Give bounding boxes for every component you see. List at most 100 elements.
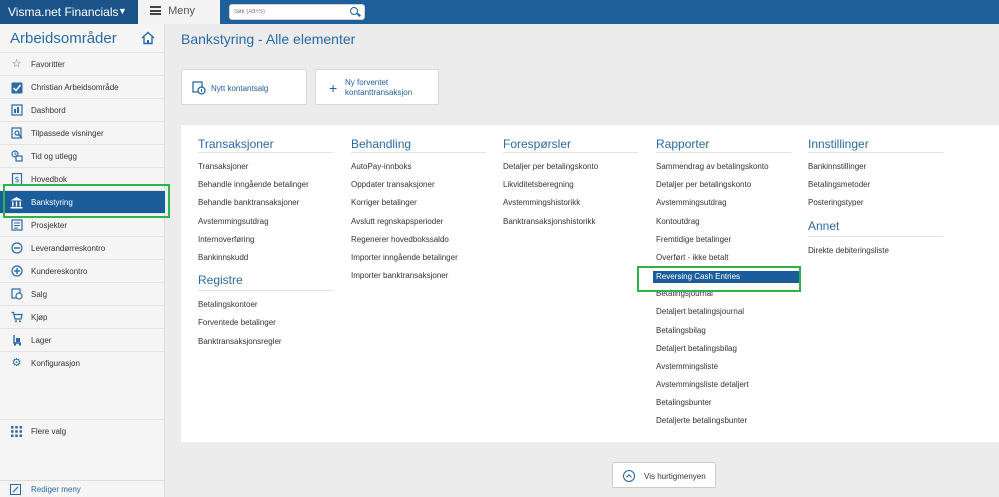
app-switcher[interactable]: Visma.net Financials ▼ xyxy=(0,0,138,24)
sidebar-more-options[interactable]: Flere valg xyxy=(0,419,165,442)
menu-link[interactable]: Importer inngående betalinger xyxy=(351,253,486,271)
time-expense-icon xyxy=(10,150,23,163)
app-name: Visma.net Financials xyxy=(8,5,119,19)
menu-link[interactable]: Avstemmingsutdrag xyxy=(198,217,333,235)
sidebar-item-label: Salg xyxy=(31,290,48,299)
menu-panel: Transaksjoner Transaksjoner Behandle inn… xyxy=(181,125,999,442)
sidebar-item-leverandorreskontro[interactable]: Leverandørreskontro xyxy=(0,236,165,259)
menu-link[interactable]: Banktransaksjonsregler xyxy=(198,337,333,355)
sidebar-item-lager[interactable]: Lager xyxy=(0,328,165,351)
sidebar-item-dashbord[interactable]: Dashbord xyxy=(0,98,165,121)
section-title-foresporsler: Forespørsler xyxy=(503,125,638,153)
menu-link[interactable]: Sammendrag av betalingskonto xyxy=(656,162,800,180)
plus-circle-icon xyxy=(10,265,23,278)
menu-link[interactable]: AutoPay-innboks xyxy=(351,162,486,180)
new-expected-cash-transaction-button[interactable]: + Ny forventet kontanttransaksjon xyxy=(315,69,439,105)
column-behandling: Behandling AutoPay-innboks Oppdater tran… xyxy=(351,125,486,289)
sidebar-item-tilpassede-visninger[interactable]: Tilpassede visninger xyxy=(0,121,165,144)
column-foresporsler: Forespørsler Detaljer per betalingskonto… xyxy=(503,125,638,235)
menu-link[interactable]: Banktransaksjonshistorikk xyxy=(503,217,638,235)
menu-link[interactable]: Detaljert betalingsbilag xyxy=(656,344,800,362)
sidebar-item-label: Favoritter xyxy=(31,60,65,69)
sidebar-item-kundereskontro[interactable]: Kundereskontro xyxy=(0,259,165,282)
menu-button[interactable]: Meny xyxy=(138,0,220,24)
sidebar-item-label: Dashbord xyxy=(31,106,66,115)
menu-link[interactable]: Detaljer per betalingskonto xyxy=(503,162,638,180)
grid-icon xyxy=(11,426,22,437)
menu-link[interactable]: Betalingsbilag xyxy=(656,326,800,344)
dashboard-icon xyxy=(10,104,23,117)
menu-link[interactable]: Behandle inngående betalinger xyxy=(198,180,333,198)
menu-link[interactable]: Transaksjoner xyxy=(198,162,333,180)
column-innstillinger: Innstillinger Bankinnstillinger Betaling… xyxy=(808,125,943,264)
edit-icon xyxy=(10,484,21,495)
menu-link[interactable]: Bankinnstillinger xyxy=(808,162,943,180)
sidebar-item-label: Tilpassede visninger xyxy=(31,129,104,138)
menu-link[interactable]: Forventede betalinger xyxy=(198,318,333,336)
highlight-box-sidebar xyxy=(3,184,170,218)
menu-link[interactable]: Likviditetsberegning xyxy=(503,180,638,198)
menu-link[interactable]: Korriger betalinger xyxy=(351,198,486,216)
menu-link[interactable]: Direkte debiteringsliste xyxy=(808,246,943,264)
custom-view-icon xyxy=(10,127,23,140)
sidebar-item-kjop[interactable]: Kjøp xyxy=(0,305,165,328)
menu-link[interactable]: Internoverføring xyxy=(198,235,333,253)
star-icon: ☆ xyxy=(11,58,22,70)
menu-link[interactable]: Kontoutdrag xyxy=(656,217,800,235)
new-cash-sale-label: Nytt kontantsalg xyxy=(211,84,269,93)
plus-icon: + xyxy=(329,80,338,96)
menu-link[interactable]: Avslutt regnskapsperioder xyxy=(351,217,486,235)
search-input[interactable] xyxy=(230,5,340,19)
minus-circle-icon xyxy=(10,242,23,255)
section-title-rapporter: Rapporter xyxy=(656,125,791,153)
cash-sale-icon xyxy=(192,81,206,95)
menu-link[interactable]: Avstemmingsliste detaljert xyxy=(656,380,800,398)
sidebar-title: Arbeidsområder xyxy=(10,30,117,47)
sidebar-item-label: Prosjekter xyxy=(31,221,68,230)
menu-link[interactable]: Bankinnskudd xyxy=(198,253,333,271)
top-bar: Visma.net Financials ▼ Meny xyxy=(0,0,999,24)
sales-icon xyxy=(10,288,23,301)
sidebar-item-christian[interactable]: Christian Arbeidsområde xyxy=(0,75,165,98)
menu-link[interactable]: Detaljer per betalingskonto xyxy=(656,180,800,198)
new-cash-sale-button[interactable]: Nytt kontantsalg xyxy=(181,69,307,105)
menu-link[interactable]: Oppdater transaksjoner xyxy=(351,180,486,198)
menu-link[interactable]: Betalingsmetoder xyxy=(808,180,943,198)
hamburger-icon xyxy=(150,6,161,15)
cart-icon xyxy=(10,311,23,324)
highlight-box-report xyxy=(637,266,801,292)
menu-link[interactable]: Behandle banktransaksjoner xyxy=(198,198,333,216)
sidebar-item-label: Konfigurasjon xyxy=(31,359,80,368)
menu-link[interactable]: Detaljerte betalingsbunter xyxy=(656,416,800,434)
search-box[interactable] xyxy=(229,4,365,20)
page-title: Bankstyring - Alle elementer xyxy=(181,31,356,47)
menu-link[interactable]: Posteringstyper xyxy=(808,198,943,216)
menu-link[interactable]: Fremtidige betalinger xyxy=(656,235,800,253)
sidebar-item-konfigurasjon[interactable]: ⚙ Konfigurasjon xyxy=(0,351,165,374)
show-quick-menu-label: Vis hurtigmenyen xyxy=(644,472,706,481)
label-line-1: Ny forventet xyxy=(345,78,389,87)
menu-link[interactable]: Regenerer hovedbokssaldo xyxy=(351,235,486,253)
edit-menu-link[interactable]: Rediger meny xyxy=(0,480,165,497)
sidebar-item-label: Tid og utlegg xyxy=(31,152,77,161)
sidebar-item-favoritter[interactable]: ☆ Favoritter xyxy=(0,52,165,75)
menu-link[interactable]: Importer banktransaksjoner xyxy=(351,271,486,289)
show-quick-menu-button[interactable]: Vis hurtigmenyen xyxy=(612,462,716,488)
section-title-transaksjoner: Transaksjoner xyxy=(198,125,333,153)
column-transaksjoner: Transaksjoner Transaksjoner Behandle inn… xyxy=(198,125,333,355)
menu-link[interactable]: Detaljert betalingsjournal xyxy=(656,307,800,325)
label-line-2: kontanttransaksjon xyxy=(345,88,413,97)
search-icon[interactable] xyxy=(350,7,358,15)
menu-link[interactable]: Avstemmingshistorikk xyxy=(503,198,638,216)
menu-link[interactable]: Avstemmingsliste xyxy=(656,362,800,380)
sidebar-item-label: Lager xyxy=(31,336,52,345)
home-icon[interactable] xyxy=(141,31,155,45)
sidebar-item-label: Kjøp xyxy=(31,313,48,322)
gear-icon: ⚙ xyxy=(11,357,22,369)
sidebar-item-salg[interactable]: Salg xyxy=(0,282,165,305)
menu-link[interactable]: Betalingskontoer xyxy=(198,300,333,318)
menu-link[interactable]: Avstemmingsutdrag xyxy=(656,198,800,216)
menu-link[interactable]: Betalingsbunter xyxy=(656,398,800,416)
sidebar-item-tid-og-utlegg[interactable]: Tid og utlegg xyxy=(0,144,165,167)
section-title-annet: Annet xyxy=(808,217,943,237)
